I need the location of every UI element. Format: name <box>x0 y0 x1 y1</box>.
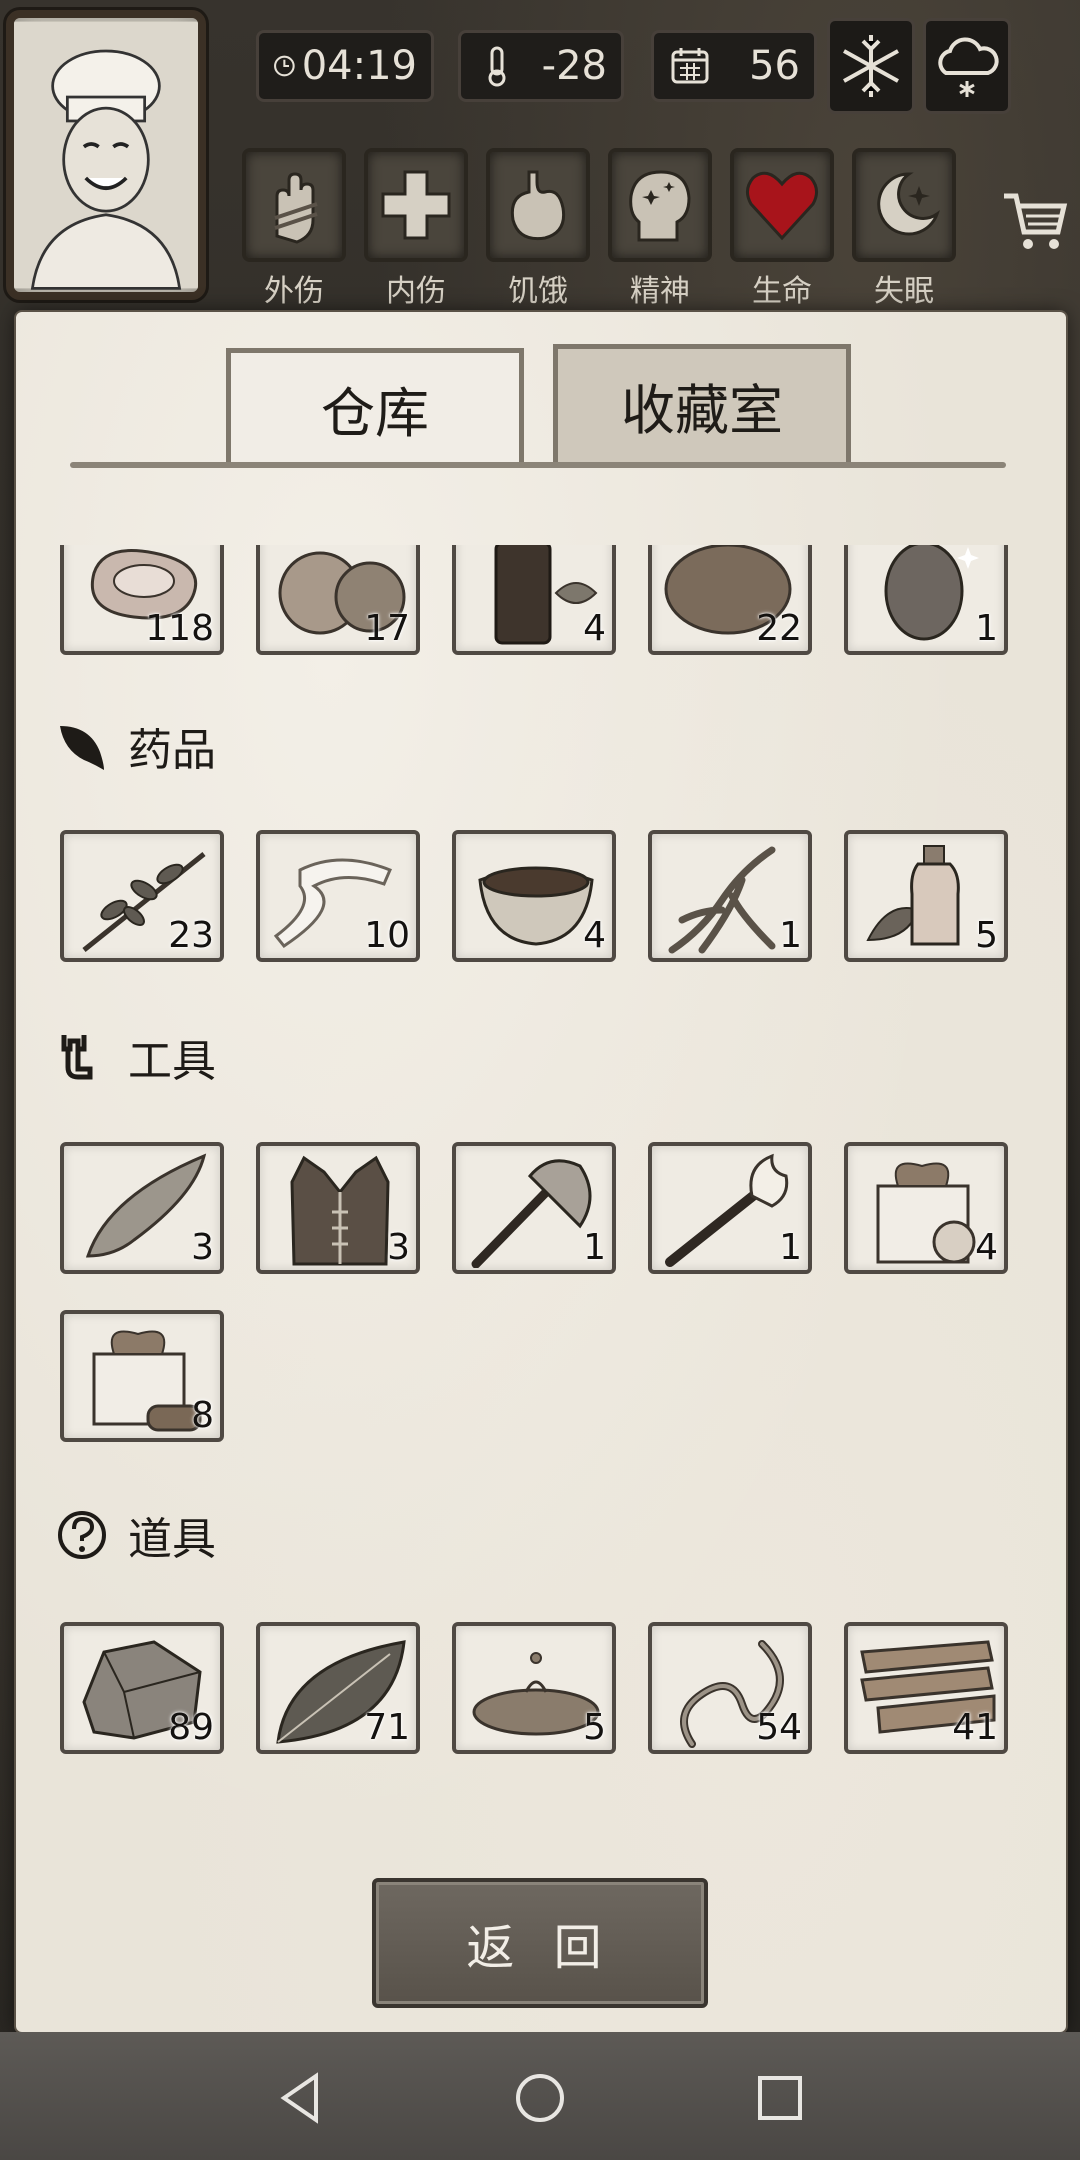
hand-icon <box>274 172 318 244</box>
item-slot[interactable]: 3 <box>256 1142 420 1274</box>
item-qty: 4 <box>583 915 606 956</box>
status-internal[interactable] <box>364 148 468 262</box>
weather-slot-2[interactable] <box>923 18 1011 114</box>
item-slot[interactable]: 54 <box>648 1622 812 1754</box>
clock-icon <box>274 55 295 77</box>
item-slot[interactable]: 71 <box>256 1622 420 1754</box>
item-slot[interactable]: 1 <box>648 1142 812 1274</box>
category-medicine-header: 药品 <box>56 711 216 781</box>
tab-divider <box>70 462 1006 468</box>
question-icon <box>58 1511 106 1559</box>
time-value: 04:19 <box>301 43 417 89</box>
item-qty: 22 <box>756 608 802 649</box>
item-qty: 1 <box>975 608 998 649</box>
item-slot[interactable]: 1 <box>648 830 812 962</box>
item-qty: 4 <box>975 1227 998 1268</box>
item-qty: 71 <box>364 1707 410 1748</box>
status-mental[interactable] <box>608 148 712 262</box>
herb-leaf-icon <box>60 726 104 770</box>
heart-icon <box>746 171 818 241</box>
category-tools-header: 工具 <box>56 1022 216 1092</box>
item-slot[interactable]: 89 <box>60 1622 224 1754</box>
item-slot[interactable]: 4 <box>844 1142 1008 1274</box>
status-label-insomnia: 失眠 <box>874 274 934 309</box>
item-qty: 23 <box>168 915 214 956</box>
status-wound[interactable] <box>242 148 346 262</box>
item-qty: 1 <box>779 1227 802 1268</box>
item-qty: 5 <box>975 915 998 956</box>
item-slot[interactable]: 8 <box>60 1310 224 1442</box>
weather-slot-1[interactable] <box>827 18 915 114</box>
stomach-icon <box>510 170 566 241</box>
status-label-wound: 外伤 <box>264 274 324 309</box>
item-slot[interactable]: 5 <box>844 830 1008 962</box>
item-qty: 3 <box>387 1227 410 1268</box>
category-title: 工具 <box>128 1036 216 1087</box>
item-slot[interactable]: 4 <box>452 545 616 655</box>
tab-storage[interactable]: 仓库 <box>226 348 524 464</box>
item-qty: 89 <box>168 1707 214 1748</box>
item-slot[interactable]: 118 <box>60 545 224 655</box>
status-label-life: 生命 <box>752 274 812 309</box>
inventory-list[interactable]: 118 17 4 22 1 药品 23 10 4 1 5 工具 3 3 1 1 … <box>0 545 1080 1875</box>
item-qty: 8 <box>191 1395 214 1436</box>
shop-cart-icon[interactable] <box>1000 186 1070 256</box>
day-display: 56 <box>651 30 817 102</box>
wrench-icon <box>61 1035 93 1080</box>
item-slot[interactable]: 41 <box>844 1622 1008 1754</box>
recents-nav-icon[interactable] <box>752 2070 808 2126</box>
item-slot[interactable]: 4 <box>452 830 616 962</box>
category-title: 道具 <box>128 1514 216 1565</box>
snow-cloud-icon <box>938 37 999 97</box>
chef-portrait-icon <box>14 21 198 290</box>
tab-collection[interactable]: 收藏室 <box>553 344 851 462</box>
back-nav-icon[interactable] <box>272 2070 328 2126</box>
item-qty: 41 <box>952 1707 998 1748</box>
status-label-mental: 精神 <box>630 274 690 309</box>
item-qty: 1 <box>583 1227 606 1268</box>
home-nav-icon[interactable] <box>512 2070 568 2126</box>
return-button[interactable]: 返 回 <box>372 1878 708 2008</box>
item-qty: 4 <box>583 608 606 649</box>
item-qty: 3 <box>191 1227 214 1268</box>
category-props-header: 道具 <box>56 1500 216 1570</box>
category-title: 药品 <box>128 725 216 776</box>
item-slot[interactable]: 5 <box>452 1622 616 1754</box>
status-label-internal: 内伤 <box>386 274 446 309</box>
item-slot[interactable]: 1 <box>844 545 1008 655</box>
head-icon <box>629 170 691 242</box>
item-qty: 10 <box>364 915 410 956</box>
item-qty: 54 <box>756 1707 802 1748</box>
temperature-value: -28 <box>541 43 607 89</box>
character-portrait[interactable] <box>6 10 206 300</box>
status-hunger[interactable] <box>486 148 590 262</box>
calendar-icon <box>671 48 709 84</box>
item-slot[interactable]: 22 <box>648 545 812 655</box>
status-life[interactable] <box>730 148 834 262</box>
item-qty: 5 <box>583 1707 606 1748</box>
item-slot[interactable]: 23 <box>60 830 224 962</box>
status-label-hunger: 饥饿 <box>508 274 568 309</box>
status-bar: 外伤 内伤 饥饿 精神 生命 失眠 <box>242 148 962 309</box>
time-display: 04:19 <box>256 30 434 102</box>
item-slot[interactable]: 3 <box>60 1142 224 1274</box>
item-slot[interactable]: 17 <box>256 545 420 655</box>
item-qty: 17 <box>364 608 410 649</box>
item-qty: 1 <box>779 915 802 956</box>
cross-icon <box>381 170 451 240</box>
temperature-display: -28 <box>458 30 624 102</box>
day-value: 56 <box>749 43 800 89</box>
item-slot[interactable]: 1 <box>452 1142 616 1274</box>
item-slot[interactable]: 10 <box>256 830 420 962</box>
status-insomnia[interactable] <box>852 148 956 262</box>
thermometer-icon <box>488 46 506 87</box>
snowflake-icon <box>843 35 899 97</box>
moon-icon <box>877 172 940 236</box>
item-qty: 118 <box>145 608 214 649</box>
